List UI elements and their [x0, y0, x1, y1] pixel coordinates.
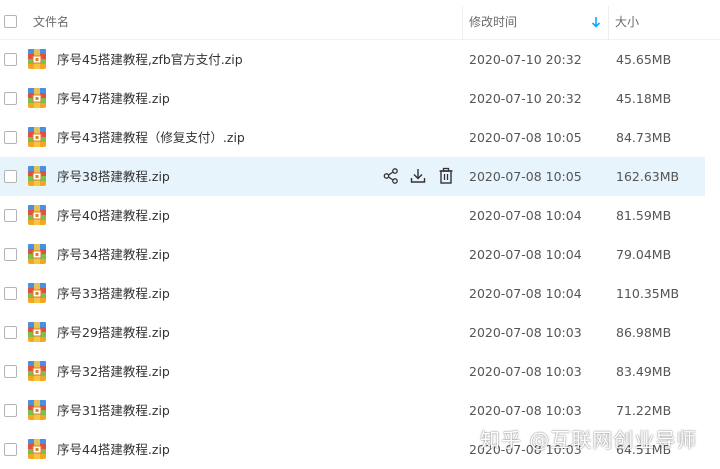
file-row[interactable]: 序号34搭建教程.zip 2020-07-08 10:04 79.04MB — [0, 235, 720, 274]
file-name[interactable]: 序号44搭建教程.zip — [57, 430, 170, 469]
file-row-checkbox[interactable] — [4, 404, 17, 417]
zip-file-icon — [27, 87, 47, 109]
zip-file-icon — [27, 282, 47, 304]
file-modified-time: 2020-07-08 10:05 — [469, 130, 582, 145]
column-header-modified-time[interactable]: 修改时间 — [469, 0, 517, 40]
file-name[interactable]: 序号33搭建教程.zip — [57, 274, 170, 313]
zip-file-icon — [27, 48, 47, 70]
file-size: 45.18MB — [616, 91, 672, 106]
zip-file-icon — [27, 360, 47, 382]
file-name[interactable]: 序号29搭建教程.zip — [57, 313, 170, 352]
file-size: 79.04MB — [616, 247, 672, 262]
file-name[interactable]: 序号40搭建教程.zip — [57, 196, 170, 235]
file-row[interactable]: 序号43搭建教程（修复支付）.zip 2020-07-08 10:05 84.73M… — [0, 118, 720, 157]
file-row-checkbox[interactable] — [4, 287, 17, 300]
file-size: 86.98MB — [616, 325, 672, 340]
file-name[interactable]: 序号47搭建教程.zip — [57, 79, 170, 118]
file-modified-time: 2020-07-08 10:04 — [469, 208, 582, 223]
zip-file-icon — [27, 438, 47, 460]
column-header-size[interactable]: 大小 — [615, 0, 639, 40]
zip-file-icon — [27, 165, 47, 187]
share-icon[interactable] — [382, 167, 400, 185]
file-modified-time: 2020-07-10 20:32 — [469, 91, 582, 106]
zip-file-icon — [27, 399, 47, 421]
file-size: 84.73MB — [616, 130, 672, 145]
file-modified-time: 2020-07-08 10:03 — [469, 364, 582, 379]
file-modified-time: 2020-07-08 10:03 — [469, 325, 582, 340]
file-name[interactable]: 序号31搭建教程.zip — [57, 391, 170, 430]
file-row-checkbox[interactable] — [4, 326, 17, 339]
file-row[interactable]: 序号33搭建教程.zip 2020-07-08 10:04 110.35MB — [0, 274, 720, 313]
column-divider[interactable] — [608, 6, 609, 40]
file-size: 45.65MB — [616, 52, 672, 67]
zip-file-icon — [27, 126, 47, 148]
file-modified-time: 2020-07-08 10:04 — [469, 286, 582, 301]
file-row-checkbox[interactable] — [4, 365, 17, 378]
delete-icon[interactable] — [437, 167, 455, 185]
file-row-checkbox[interactable] — [4, 170, 17, 183]
file-name[interactable]: 序号43搭建教程（修复支付）.zip — [57, 118, 245, 157]
download-icon[interactable] — [409, 167, 427, 185]
file-size: 83.49MB — [616, 364, 672, 379]
file-row-checkbox[interactable] — [4, 443, 17, 456]
file-row[interactable]: 序号40搭建教程.zip 2020-07-08 10:04 81.59MB — [0, 196, 720, 235]
file-name[interactable]: 序号45搭建教程,zfb官方支付.zip — [57, 40, 243, 79]
select-all-checkbox[interactable] — [4, 15, 17, 28]
zip-file-icon — [27, 204, 47, 226]
file-modified-time: 2020-07-10 20:32 — [469, 52, 582, 67]
zip-file-icon — [27, 321, 47, 343]
file-row[interactable]: 序号32搭建教程.zip 2020-07-08 10:03 83.49MB — [0, 352, 720, 391]
file-row[interactable]: 序号47搭建教程.zip 2020-07-10 20:32 45.18MB — [0, 79, 720, 118]
watermark: 知乎 @互联网创业导师 — [480, 428, 698, 452]
file-modified-time: 2020-07-08 10:05 — [469, 169, 582, 184]
column-divider[interactable] — [462, 6, 463, 40]
column-header-name[interactable]: 文件名 — [33, 0, 69, 40]
file-row-checkbox[interactable] — [4, 248, 17, 261]
file-row-checkbox[interactable] — [4, 209, 17, 222]
zip-file-icon — [27, 243, 47, 265]
file-size: 110.35MB — [616, 286, 680, 301]
file-list-header: 文件名 修改时间 大小 — [0, 0, 720, 40]
file-name[interactable]: 序号38搭建教程.zip — [57, 157, 170, 196]
file-name[interactable]: 序号34搭建教程.zip — [57, 235, 170, 274]
file-name[interactable]: 序号32搭建教程.zip — [57, 352, 170, 391]
file-size: 162.63MB — [616, 169, 680, 184]
file-modified-time: 2020-07-08 10:04 — [469, 247, 582, 262]
sort-descending-icon[interactable] — [591, 16, 601, 28]
file-row-checkbox[interactable] — [4, 92, 17, 105]
file-row-checkbox[interactable] — [4, 131, 17, 144]
file-row-checkbox[interactable] — [4, 53, 17, 66]
file-row[interactable]: 序号45搭建教程,zfb官方支付.zip 2020-07-10 20:32 45.6… — [0, 40, 720, 79]
file-size: 81.59MB — [616, 208, 672, 223]
file-row[interactable]: 序号38搭建教程.zip 2020-07-08 10:05 162.63MB — [0, 157, 705, 196]
file-row[interactable]: 序号29搭建教程.zip 2020-07-08 10:03 86.98MB — [0, 313, 720, 352]
